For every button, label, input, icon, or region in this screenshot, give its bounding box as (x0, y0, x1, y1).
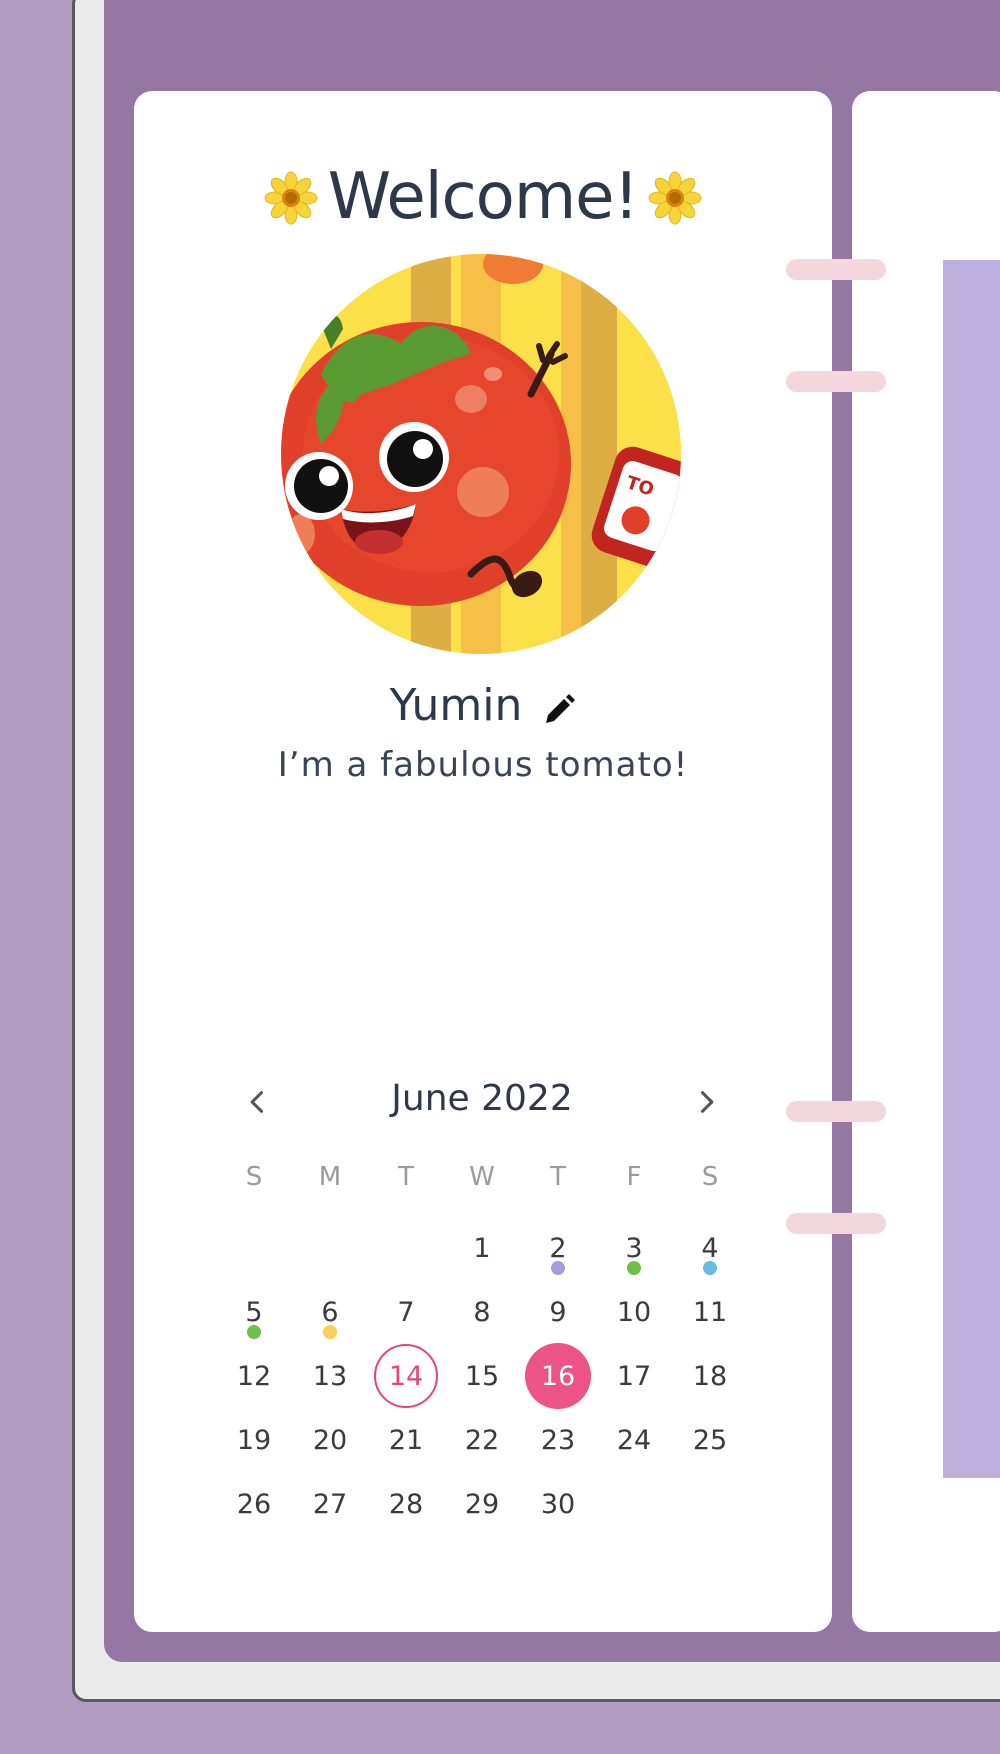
calendar-day[interactable]: 9 (520, 1280, 596, 1344)
profile-bio: I’m a fabulous tomato! (277, 745, 689, 785)
calendar-day[interactable]: 24 (596, 1408, 672, 1472)
binder-ring (786, 259, 886, 280)
calendar-day[interactable]: 15 (444, 1344, 520, 1408)
calendar-day-number: 28 (388, 1488, 424, 1520)
calendar-day[interactable]: 16 (520, 1343, 596, 1409)
weekday-label: M (318, 1162, 342, 1192)
calendar-day[interactable]: 27 (292, 1472, 368, 1536)
calendar-day-number: 4 (701, 1232, 719, 1264)
calendar-day-number: 29 (464, 1488, 500, 1520)
calendar-day[interactable]: 4 (672, 1216, 748, 1280)
calendar-day[interactable]: 7 (368, 1280, 444, 1344)
calendar-grid: 1 2 3 4 5 6 7 8 9 10 11 12 13 14 15 16 17 18 19 20 21 22 23 24 2… (216, 1216, 748, 1536)
calendar-day-number: 15 (464, 1360, 500, 1392)
calendar-day[interactable]: 21 (368, 1408, 444, 1472)
weekday-label: W (469, 1162, 495, 1192)
calendar-day[interactable]: 5 (216, 1280, 292, 1344)
calendar-day[interactable]: 8 (444, 1280, 520, 1344)
calendar-day[interactable]: 17 (596, 1344, 672, 1408)
calendar-day[interactable]: 22 (444, 1408, 520, 1472)
calendar-day-number: 19 (236, 1424, 272, 1456)
binder-ring (786, 371, 886, 392)
weekday-label: S (245, 1162, 263, 1192)
calendar-day[interactable]: 2 (520, 1216, 596, 1280)
avatar[interactable]: TO (281, 254, 681, 654)
profile-name-row: Yumin (134, 680, 832, 731)
calendar-day-number: 13 (312, 1360, 348, 1392)
calendar-day-number: 10 (616, 1296, 652, 1328)
calendar-day[interactable]: 14 (368, 1344, 444, 1408)
calendar-day-number: 23 (540, 1424, 576, 1456)
calendar-day-number: 22 (464, 1424, 500, 1456)
calendar-day-number: 2 (549, 1232, 567, 1264)
calendar-day-number: 14 (388, 1360, 424, 1392)
calendar-day[interactable]: 23 (520, 1408, 596, 1472)
flower-icon (648, 167, 702, 225)
calendar-day-number: 8 (473, 1296, 491, 1328)
weekday-label: F (626, 1162, 642, 1192)
calendar-empty-cell (292, 1216, 368, 1280)
calendar-day[interactable]: 10 (596, 1280, 672, 1344)
calendar-day-number: 18 (692, 1360, 728, 1392)
calendar-header: June 2022 (228, 1070, 736, 1130)
welcome-heading: Welcome! (134, 160, 832, 234)
content-panel (943, 260, 1000, 1478)
calendar-day-number: 21 (388, 1424, 424, 1456)
calendar-day[interactable]: 1 (444, 1216, 520, 1280)
calendar-day[interactable]: 30 (520, 1472, 596, 1536)
calendar-month-title: June 2022 (391, 1078, 573, 1119)
binder-ring (786, 1213, 886, 1234)
calendar-day[interactable]: 20 (292, 1408, 368, 1472)
calendar-day-number: 11 (692, 1296, 728, 1328)
calendar-day-number: 9 (549, 1296, 567, 1328)
calendar-day[interactable]: 25 (672, 1408, 748, 1472)
calendar-day-number: 27 (312, 1488, 348, 1520)
profile-name: Yumin (389, 680, 523, 731)
calendar-day-number: 12 (236, 1360, 272, 1392)
calendar-day-number: 24 (616, 1424, 652, 1456)
weekday-label: S (701, 1162, 719, 1192)
calendar-day[interactable]: 12 (216, 1344, 292, 1408)
calendar-day-number: 7 (397, 1296, 415, 1328)
calendar-day[interactable]: 19 (216, 1408, 292, 1472)
calendar-day-number: 25 (692, 1424, 728, 1456)
binder-ring (786, 1101, 886, 1122)
pencil-icon[interactable] (542, 687, 576, 723)
calendar-day[interactable]: 18 (672, 1344, 748, 1408)
calendar-day-number: 16 (540, 1360, 576, 1392)
calendar-day-number: 30 (540, 1488, 576, 1520)
calendar-empty-cell (216, 1216, 292, 1280)
weekday-label: T (550, 1162, 566, 1192)
calendar-day[interactable]: 11 (672, 1280, 748, 1344)
calendar-day[interactable]: 26 (216, 1472, 292, 1536)
calendar-day-number: 6 (321, 1296, 339, 1328)
calendar-day-number: 1 (473, 1232, 491, 1264)
calendar-day[interactable]: 6 (292, 1280, 368, 1344)
calendar-day[interactable]: 28 (368, 1472, 444, 1536)
calendar-weekdays: S M T W T F S (216, 1162, 748, 1202)
calendar-day-number: 20 (312, 1424, 348, 1456)
calendar-empty-cell (368, 1216, 444, 1280)
calendar-day-number: 5 (245, 1296, 263, 1328)
calendar-day[interactable]: 29 (444, 1472, 520, 1536)
welcome-text: Welcome! (327, 160, 639, 234)
calendar-day-number: 26 (236, 1488, 272, 1520)
calendar-day[interactable]: 3 (596, 1216, 672, 1280)
calendar-day[interactable]: 13 (292, 1344, 368, 1408)
flower-icon (264, 167, 318, 225)
next-month-button[interactable] (686, 1082, 726, 1122)
chevron-right-icon (700, 1091, 714, 1113)
weekday-label: T (398, 1162, 414, 1192)
calendar-day-number: 17 (616, 1360, 652, 1392)
calendar-day-number: 3 (625, 1232, 643, 1264)
